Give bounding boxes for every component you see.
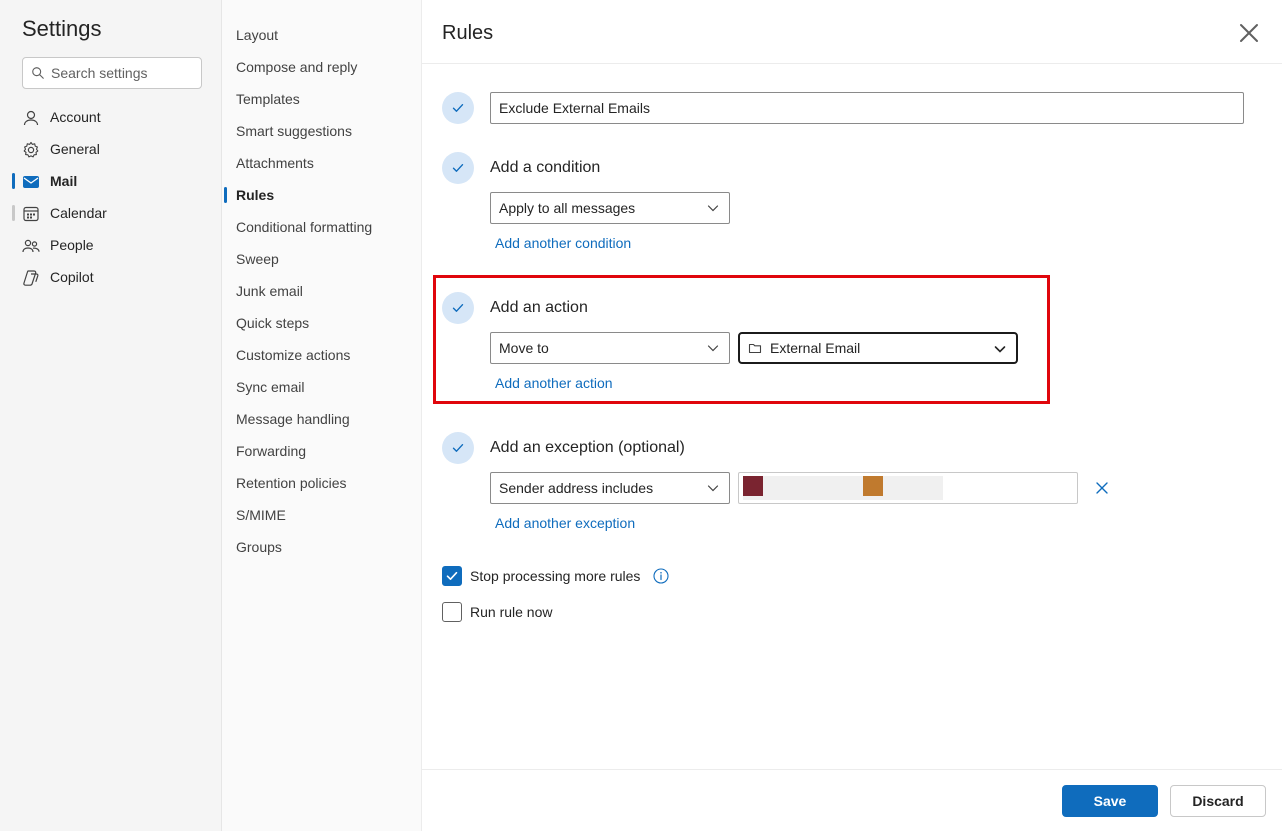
step-check-action bbox=[442, 292, 474, 324]
subnav-item-rules[interactable]: Rules bbox=[236, 184, 274, 206]
folder-dropdown[interactable]: External Email bbox=[738, 332, 1018, 364]
nav-label-people: People bbox=[50, 237, 94, 253]
chevron-down-icon bbox=[707, 205, 719, 212]
settings-title: Settings bbox=[22, 16, 102, 41]
run-rule-now-checkbox[interactable] bbox=[442, 602, 462, 622]
rules-panel: Rules Add a condition Apply to all messa… bbox=[422, 0, 1282, 831]
nav-item-calendar[interactable]: Calendar bbox=[0, 198, 222, 228]
checkmark-icon bbox=[452, 164, 464, 172]
folder-selected: External Email bbox=[770, 340, 861, 356]
redacted-value bbox=[743, 476, 943, 500]
folder-icon bbox=[748, 343, 762, 354]
subnav-item-groups[interactable]: Groups bbox=[236, 536, 282, 558]
subnav-item-compose-and-reply[interactable]: Compose and reply bbox=[236, 56, 357, 78]
condition-selected: Apply to all messages bbox=[499, 200, 636, 216]
subnav-active-indicator bbox=[224, 187, 227, 203]
panel-title: Rules bbox=[442, 22, 494, 44]
subnav-item-junk-email[interactable]: Junk email bbox=[236, 280, 303, 302]
people-icon bbox=[22, 237, 40, 255]
subnav-item-forwarding[interactable]: Forwarding bbox=[236, 440, 306, 462]
action-dropdown[interactable]: Move to bbox=[490, 332, 730, 364]
subnav-item-quick-steps[interactable]: Quick steps bbox=[236, 312, 309, 334]
nav-label-general: General bbox=[50, 141, 100, 157]
nav-label-account: Account bbox=[50, 109, 101, 125]
add-condition-link[interactable]: Add another condition bbox=[495, 235, 631, 251]
footer-divider bbox=[422, 769, 1282, 770]
save-button[interactable]: Save bbox=[1062, 785, 1158, 817]
checkmark-icon bbox=[452, 304, 464, 312]
rule-name-input[interactable] bbox=[490, 92, 1244, 124]
exception-heading: Add an exception (optional) bbox=[490, 439, 685, 456]
mail-icon bbox=[22, 173, 40, 191]
subnav-item-smime[interactable]: S/MIME bbox=[236, 504, 286, 526]
subnav-item-retention-policies[interactable]: Retention policies bbox=[236, 472, 347, 494]
remove-exception-button[interactable] bbox=[1094, 480, 1110, 496]
search-input[interactable] bbox=[51, 65, 191, 81]
settings-sidebar: Settings Account General Mail Calendar P… bbox=[0, 0, 222, 831]
close-button[interactable] bbox=[1238, 22, 1260, 44]
checkmark-icon bbox=[446, 571, 458, 580]
nav-label-mail: Mail bbox=[50, 173, 78, 189]
chevron-down-icon bbox=[994, 346, 1006, 353]
subnav-item-sweep[interactable]: Sweep bbox=[236, 248, 279, 270]
sender-address-input[interactable] bbox=[738, 472, 1078, 504]
nav-item-people[interactable]: People bbox=[0, 230, 222, 260]
calendar-icon bbox=[22, 205, 40, 223]
inactive-indicator bbox=[12, 205, 15, 221]
action-selected: Move to bbox=[499, 340, 549, 356]
subnav-item-layout[interactable]: Layout bbox=[236, 24, 278, 46]
chevron-down-icon bbox=[707, 485, 719, 492]
info-button[interactable] bbox=[653, 568, 669, 584]
condition-heading: Add a condition bbox=[490, 159, 601, 176]
close-icon bbox=[1240, 24, 1258, 42]
stop-processing-label: Stop processing more rules bbox=[470, 568, 641, 584]
redaction-block-orange bbox=[863, 476, 883, 496]
nav-item-account[interactable]: Account bbox=[0, 102, 222, 132]
header-divider bbox=[422, 63, 1282, 64]
action-heading: Add an action bbox=[490, 299, 588, 316]
step-check-name bbox=[442, 92, 474, 124]
subnav-item-attachments[interactable]: Attachments bbox=[236, 152, 314, 174]
checkmark-icon bbox=[452, 444, 464, 452]
exception-selected: Sender address includes bbox=[499, 480, 654, 496]
step-check-condition bbox=[442, 152, 474, 184]
person-icon bbox=[22, 109, 40, 127]
add-exception-link[interactable]: Add another exception bbox=[495, 515, 635, 531]
chevron-down-icon bbox=[707, 345, 719, 352]
nav-item-copilot[interactable]: Copilot bbox=[0, 262, 222, 292]
add-action-link[interactable]: Add another action bbox=[495, 375, 613, 391]
run-rule-now-label: Run rule now bbox=[470, 604, 553, 620]
step-check-exception bbox=[442, 432, 474, 464]
active-indicator bbox=[12, 173, 15, 189]
subnav-item-smart-suggestions[interactable]: Smart suggestions bbox=[236, 120, 352, 142]
checkmark-icon bbox=[452, 104, 464, 112]
search-box[interactable] bbox=[22, 57, 202, 89]
info-icon bbox=[653, 568, 669, 584]
stop-processing-checkbox[interactable] bbox=[442, 566, 462, 586]
nav-label-calendar: Calendar bbox=[50, 205, 107, 221]
subnav-item-message-handling[interactable]: Message handling bbox=[236, 408, 350, 430]
mail-settings-nav: Layout Compose and reply Templates Smart… bbox=[222, 0, 422, 831]
discard-button[interactable]: Discard bbox=[1170, 785, 1266, 817]
search-icon bbox=[32, 67, 44, 79]
copilot-icon bbox=[22, 269, 40, 287]
redaction-block-dark bbox=[743, 476, 763, 496]
gear-icon bbox=[22, 141, 40, 159]
subnav-item-customize-actions[interactable]: Customize actions bbox=[236, 344, 350, 366]
close-icon bbox=[1096, 482, 1108, 494]
exception-dropdown[interactable]: Sender address includes bbox=[490, 472, 730, 504]
subnav-item-conditional-formatting[interactable]: Conditional formatting bbox=[236, 216, 372, 238]
nav-item-mail[interactable]: Mail bbox=[0, 166, 222, 196]
condition-dropdown[interactable]: Apply to all messages bbox=[490, 192, 730, 224]
subnav-item-templates[interactable]: Templates bbox=[236, 88, 300, 110]
subnav-item-sync-email[interactable]: Sync email bbox=[236, 376, 304, 398]
nav-item-general[interactable]: General bbox=[0, 134, 222, 164]
nav-label-copilot: Copilot bbox=[50, 269, 94, 285]
